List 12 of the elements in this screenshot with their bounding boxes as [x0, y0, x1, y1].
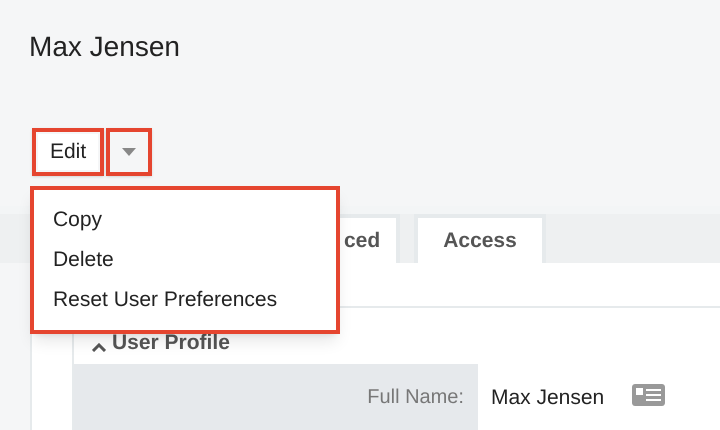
caret-icon: [122, 148, 136, 156]
panel-title: User Profile: [112, 330, 230, 356]
page-title: Max Jensen: [28, 30, 181, 64]
edit-button[interactable]: Edit: [38, 134, 98, 170]
menu-item[interactable]: Delete: [34, 240, 133, 280]
card-icon: [632, 384, 666, 406]
tab[interactable]: Access: [414, 214, 546, 263]
menu-item[interactable]: Copy: [34, 200, 122, 240]
field-label: Full Name:: [74, 364, 478, 430]
field-value: Max Jensen: [490, 385, 604, 411]
chevron-icon[interactable]: [92, 342, 106, 352]
menu-item[interactable]: Reset User Preferences: [34, 280, 296, 320]
